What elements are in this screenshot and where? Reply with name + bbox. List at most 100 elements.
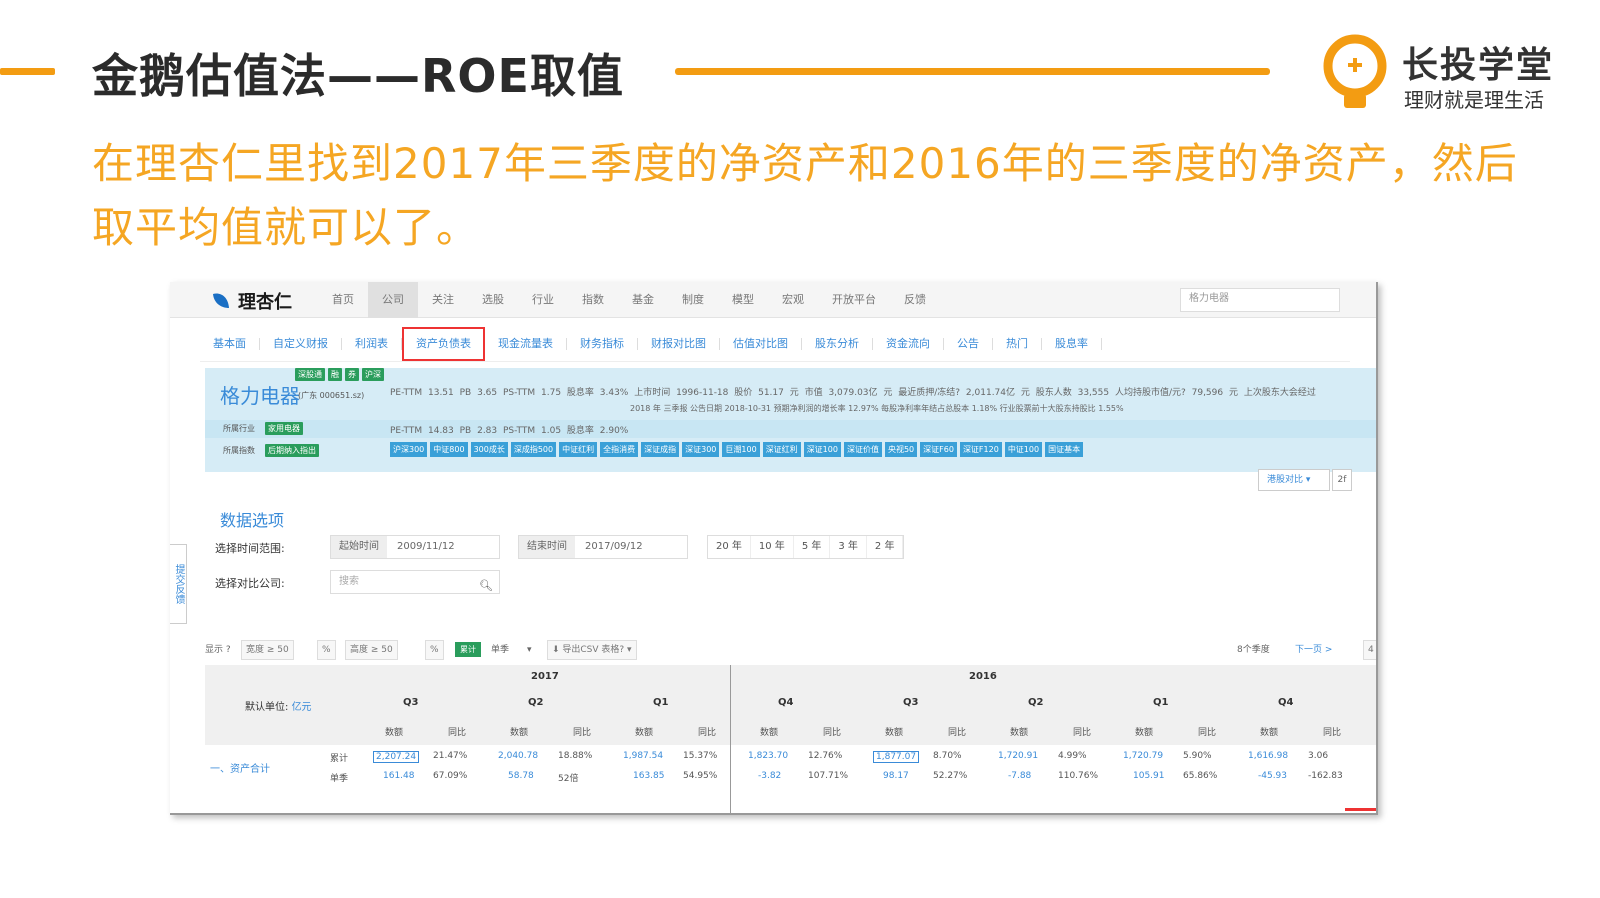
cumulative-value-cell[interactable]: 2,207.24 xyxy=(373,751,420,763)
subnav-item-12[interactable]: 股息率 xyxy=(1042,337,1102,350)
feedback-side-tab[interactable]: 提交反馈 xyxy=(170,544,187,624)
width-field[interactable]: 宽度 ≥ 50 xyxy=(241,640,294,660)
sub-nav: 基本面 自定义财报 利润表 资产负债表 现金流量表 财务指标 财报对比图 估值对比图 股东分析资… xyxy=(200,326,1350,362)
compare-dropdown[interactable]: 港股对比 ▾ xyxy=(1258,469,1330,491)
nav-item-3[interactable]: 选股 xyxy=(468,282,518,318)
highlight-mark xyxy=(1345,808,1376,811)
quarterly-value-cell[interactable]: -3.82 xyxy=(758,771,781,781)
quarter-toggle[interactable]: 单季 xyxy=(491,640,509,660)
index-tag-14[interactable]: 深证F120 xyxy=(959,442,1002,457)
end-date-field[interactable]: 结束时间 2017/09/12 xyxy=(518,535,688,559)
row-name[interactable]: 一、资产合计 xyxy=(210,760,270,775)
index-tag-1[interactable]: 中证800 xyxy=(430,442,468,457)
index-tag-10[interactable]: 深证100 xyxy=(803,442,841,457)
quarter-header-3[interactable]: Q4 xyxy=(778,697,793,708)
compare-search-input[interactable]: 搜索 🔍︎ xyxy=(330,570,500,594)
height-field[interactable]: 高度 ≥ 50 xyxy=(345,640,398,660)
quarter-header-0[interactable]: Q3 xyxy=(403,697,418,708)
nav-item-7[interactable]: 制度 xyxy=(668,282,718,318)
index-tag-11[interactable]: 深证价值 xyxy=(843,442,882,457)
quarterly-value-cell[interactable]: -45.93 xyxy=(1258,771,1287,781)
index-tag-15[interactable]: 中证100 xyxy=(1004,442,1043,457)
quarterly-value-cell[interactable]: 98.17 xyxy=(883,771,909,781)
height-percent[interactable]: % xyxy=(425,640,444,660)
chevron-down-icon[interactable]: ▾ xyxy=(527,640,532,660)
quarter-header-5[interactable]: Q2 xyxy=(1028,697,1043,708)
index-tag-2[interactable]: 300成长 xyxy=(470,442,508,457)
quarterly-value-cell[interactable]: -7.88 xyxy=(1008,771,1031,781)
quarter-header-6[interactable]: Q1 xyxy=(1153,697,1168,708)
index-tag-6[interactable]: 深证成指 xyxy=(641,442,680,457)
range-button-4[interactable]: 2 年 xyxy=(867,536,904,558)
nav-item-2[interactable]: 关注 xyxy=(418,282,468,318)
accumulate-button[interactable]: 累计 xyxy=(455,642,481,657)
index-tag-7[interactable]: 深证300 xyxy=(682,442,720,457)
subnav-item-4[interactable]: 现金流量表 xyxy=(485,337,567,350)
unit-value[interactable]: 亿元 xyxy=(292,702,312,713)
index-tag-3[interactable]: 深成指500 xyxy=(510,442,557,457)
index-tag-8[interactable]: 巨潮100 xyxy=(722,442,760,457)
export-csv-button[interactable]: ⬇ 导出CSV 表格? ▾ xyxy=(547,640,637,660)
nav-item-8[interactable]: 模型 xyxy=(718,282,768,318)
index-tag-4[interactable]: 中证红利 xyxy=(559,442,598,457)
subnav-item-7[interactable]: 估值对比图 xyxy=(720,337,802,350)
quarter-header-2[interactable]: Q1 xyxy=(653,697,668,708)
quarterly-value-cell[interactable]: 58.78 xyxy=(508,771,534,781)
index-tag-9[interactable]: 深证红利 xyxy=(762,442,801,457)
quarterly-value-cell[interactable]: 161.48 xyxy=(383,771,415,781)
quarter-header-7[interactable]: Q4 xyxy=(1278,697,1293,708)
subnav-item-10[interactable]: 公告 xyxy=(944,337,993,350)
logo-slogan: 理财就是理生活 xyxy=(1404,88,1544,112)
search-icon[interactable]: 🔍︎ xyxy=(479,575,493,597)
index-tag-5[interactable]: 全指消费 xyxy=(600,442,639,457)
toolbar-extra[interactable]: 4 xyxy=(1363,640,1376,660)
subnav-item-0[interactable]: 基本面 xyxy=(200,337,260,350)
nav-item-11[interactable]: 反馈 xyxy=(890,282,940,318)
next-page-link[interactable]: 下一页 > xyxy=(1295,640,1332,660)
cumulative-value-cell[interactable]: 2,040.78 xyxy=(498,751,538,761)
cumulative-value-cell[interactable]: 1,877.07 xyxy=(873,751,920,763)
index-tag-0[interactable]: 沪深300 xyxy=(390,442,428,457)
range-button-1[interactable]: 10 年 xyxy=(751,536,794,558)
subnav-item-11[interactable]: 热门 xyxy=(993,337,1042,350)
quarterly-value-cell[interactable]: 163.85 xyxy=(633,771,665,781)
nav-item-9[interactable]: 宏观 xyxy=(768,282,818,318)
range-button-2[interactable]: 5 年 xyxy=(794,536,831,558)
index-badge[interactable]: 后期纳入指出 xyxy=(265,444,319,457)
compare-extra[interactable]: 2f xyxy=(1332,469,1352,491)
range-button-0[interactable]: 20 年 xyxy=(708,536,751,558)
subnav-item-8[interactable]: 股东分析 xyxy=(802,337,873,350)
subnav-item-9[interactable]: 资金流向 xyxy=(873,337,944,350)
subnav-item-1[interactable]: 自定义财报 xyxy=(260,337,342,350)
subnav-item-3[interactable]: 资产负债表 xyxy=(402,326,485,361)
nav-item-0[interactable]: 首页 xyxy=(318,282,368,318)
subnav-item-6[interactable]: 财报对比图 xyxy=(638,337,720,350)
index-tag-13[interactable]: 深证F60 xyxy=(920,442,957,457)
index-tag-16[interactable]: 国证基本 xyxy=(1045,442,1084,457)
nav-item-10[interactable]: 开放平台 xyxy=(818,282,890,318)
industry-badge[interactable]: 家用电器 xyxy=(265,422,303,435)
nav-item-4[interactable]: 行业 xyxy=(518,282,568,318)
start-date-value[interactable]: 2009/11/12 xyxy=(387,536,499,558)
nav-item-1[interactable]: 公司 xyxy=(368,282,418,318)
width-percent[interactable]: % xyxy=(317,640,336,660)
quarter-header-4[interactable]: Q3 xyxy=(903,697,918,708)
nav-item-6[interactable]: 基金 xyxy=(618,282,668,318)
top-search-input[interactable]: 格力电器 xyxy=(1180,288,1340,312)
index-tag-12[interactable]: 央视50 xyxy=(884,442,918,457)
cumulative-value-cell[interactable]: 1,987.54 xyxy=(623,751,663,761)
brand[interactable]: 理杏仁 xyxy=(210,288,292,314)
end-date-value[interactable]: 2017/09/12 xyxy=(575,536,687,558)
cumulative-value-cell[interactable]: 1,616.98 xyxy=(1248,751,1288,761)
company-name[interactable]: 格力电器 xyxy=(220,380,300,409)
subnav-item-2[interactable]: 利润表 xyxy=(342,337,402,350)
start-date-field[interactable]: 起始时间 2009/11/12 xyxy=(330,535,500,559)
cumulative-value-cell[interactable]: 1,720.91 xyxy=(998,751,1038,761)
range-button-3[interactable]: 3 年 xyxy=(830,536,867,558)
cumulative-value-cell[interactable]: 1,823.70 xyxy=(748,751,788,761)
nav-item-5[interactable]: 指数 xyxy=(568,282,618,318)
quarterly-value-cell[interactable]: 105.91 xyxy=(1133,771,1165,781)
subnav-item-5[interactable]: 财务指标 xyxy=(567,337,638,350)
quarter-header-1[interactable]: Q2 xyxy=(528,697,543,708)
cumulative-value-cell[interactable]: 1,720.79 xyxy=(1123,751,1163,761)
